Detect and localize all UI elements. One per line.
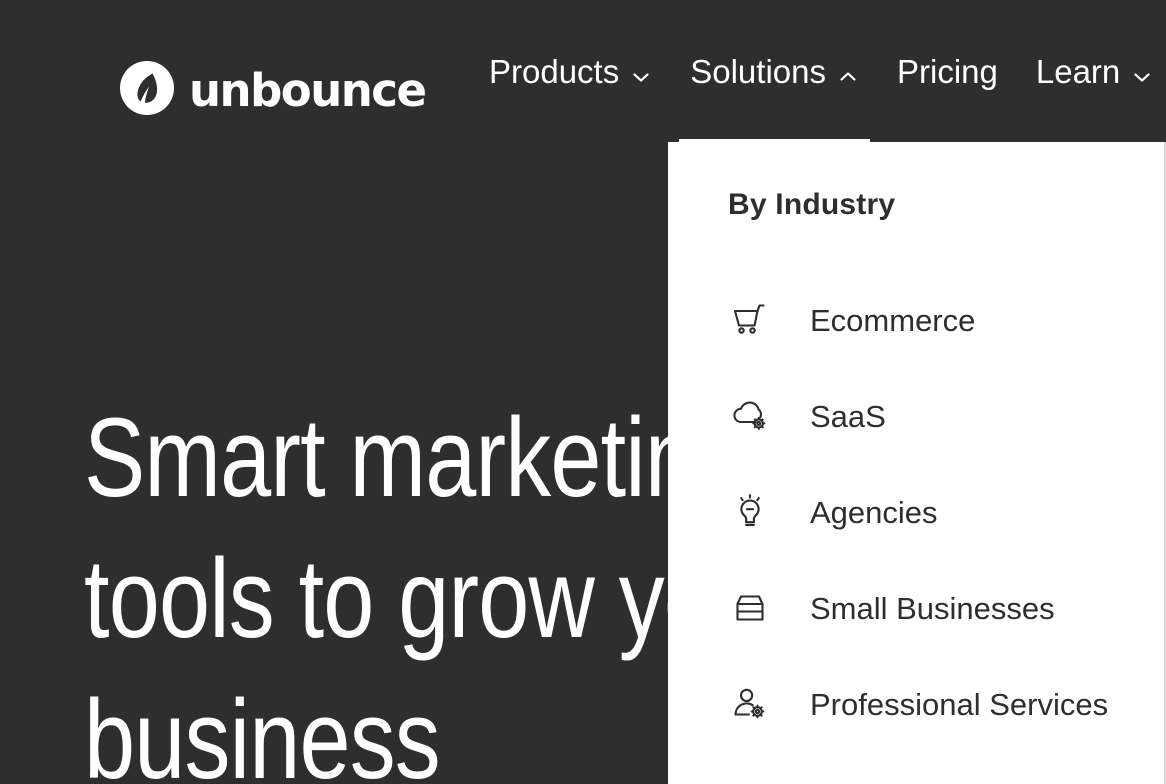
storefront-icon <box>728 586 772 630</box>
menu-item-label: Ecommerce <box>810 302 976 338</box>
menu-item-agencies[interactable]: Agencies <box>668 464 1164 560</box>
menu-item-label: Agencies <box>810 494 938 530</box>
unbounce-circle-logo-icon <box>119 60 175 116</box>
hero-heading-line-3: business <box>84 677 441 784</box>
menu-item-saas[interactable]: SaaS <box>668 368 1164 464</box>
menu-item-small-businesses[interactable]: Small Businesses <box>668 560 1164 656</box>
nav-item-solutions[interactable]: Solutions <box>671 0 878 142</box>
active-tab-indicator <box>679 139 870 142</box>
menu-item-label: Small Businesses <box>810 590 1055 626</box>
chevron-down-icon <box>1131 60 1153 82</box>
shopping-cart-icon <box>728 298 772 342</box>
nav-item-label: Solutions <box>690 52 826 90</box>
nav-item-label: Learn <box>1035 52 1121 90</box>
person-gear-icon <box>728 682 772 726</box>
nav-item-products[interactable]: Products <box>470 0 671 142</box>
nav-item-learn[interactable]: Learn <box>1017 0 1166 142</box>
chevron-down-icon <box>630 60 652 82</box>
menu-item-label: Professional Services <box>810 686 1109 722</box>
hero-heading-line-1: Smart marketing <box>84 395 746 521</box>
chevron-up-icon <box>837 60 859 82</box>
nav-item-label: Products <box>489 52 620 90</box>
main-navigation: Products Solutions Pricing Learn <box>470 0 1166 142</box>
nav-item-pricing[interactable]: Pricing <box>878 0 1017 142</box>
logo-wordmark: unbounce <box>189 63 427 117</box>
site-header: unbounce Products Solutions Pricing Lear… <box>0 0 1166 142</box>
page-title: Smart marketing tools to grow your busin… <box>84 387 795 784</box>
dropdown-section-title: By Industry <box>728 188 896 221</box>
menu-item-label: SaaS <box>810 398 886 434</box>
menu-item-ecommerce[interactable]: Ecommerce <box>668 272 1164 368</box>
page-root: Smart marketing tools to grow your busin… <box>0 0 1166 784</box>
cloud-gear-icon <box>728 394 772 438</box>
logo-home-link[interactable]: unbounce <box>119 60 427 117</box>
menu-item-professional-services[interactable]: Professional Services <box>668 656 1164 752</box>
solutions-dropdown-panel: By Industry Ecommerce SaaS Agencies Smal… <box>668 142 1166 784</box>
dropdown-menu-list: Ecommerce SaaS Agencies Small Businesses… <box>668 272 1164 752</box>
nav-item-label: Pricing <box>897 52 998 90</box>
hero-heading-line-2: tools to grow your <box>84 536 795 662</box>
lightbulb-icon <box>728 490 772 534</box>
